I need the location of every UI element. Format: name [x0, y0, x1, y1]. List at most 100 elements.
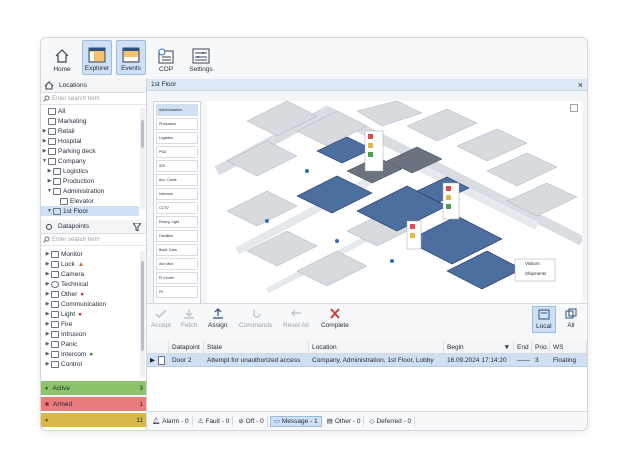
- locations-search-input[interactable]: Enter search term: [41, 93, 146, 105]
- complete-icon: [330, 308, 340, 319]
- tree-item-logistics[interactable]: ▶ Logistics: [41, 166, 139, 176]
- map-overview-icon[interactable]: [570, 104, 578, 112]
- tree-item-administration[interactable]: ▼ Administration: [41, 186, 139, 196]
- legend-item[interactable]: Acc. Cards: [156, 174, 198, 186]
- table-row[interactable]: ▶ Door 2 Attempt for unauthorized access…: [147, 354, 587, 367]
- datapoint-monitor[interactable]: ▶ Monitor: [44, 249, 136, 259]
- legend-item[interactable]: CCTV: [156, 202, 198, 214]
- column-header-prio[interactable]: Prio.: [532, 341, 550, 353]
- alarm-marker-icon[interactable]: [406, 220, 422, 250]
- accept-button[interactable]: Accept: [151, 308, 171, 329]
- datapoint-light[interactable]: ▶ Light ●: [44, 309, 136, 319]
- filter-alarm[interactable]: 🔔︎ Alarm - 0: [149, 415, 193, 427]
- scroll-thumb[interactable]: [141, 261, 144, 351]
- lock-icon: [51, 260, 59, 268]
- datapoint-panic[interactable]: ▶ Panic: [44, 339, 136, 349]
- tree-item-elevator[interactable]: Elevator: [41, 196, 139, 206]
- alarm-marker-icon[interactable]: [364, 130, 384, 172]
- cell-state: Attempt for unauthorized access: [204, 354, 309, 366]
- alarm-marker-icon[interactable]: [442, 182, 460, 220]
- scroll-thumb[interactable]: [141, 120, 144, 148]
- legend-item[interactable]: Alm Mon.: [156, 258, 198, 270]
- datapoints-search-placeholder: Enter search term: [52, 236, 100, 243]
- assign-button[interactable]: Assign: [208, 308, 228, 329]
- locations-scrollbar[interactable]: [140, 108, 145, 210]
- legend-item[interactable]: IDS: [156, 160, 198, 172]
- datapoint-other[interactable]: ▶ Other ●: [44, 289, 136, 299]
- legend-item[interactable]: FI-Center: [156, 272, 198, 284]
- datapoints-search-input[interactable]: Enter search term: [41, 234, 146, 246]
- explorer-button[interactable]: Explorer: [82, 40, 112, 75]
- cop-button[interactable]: COP: [151, 40, 181, 75]
- cop-label: COP: [158, 66, 174, 73]
- status-armed[interactable]: ■ Armed 1: [41, 397, 146, 411]
- events-button[interactable]: Events: [116, 40, 146, 75]
- legend-item[interactable]: Intercom: [156, 188, 198, 200]
- camera-icon: [51, 270, 59, 278]
- fetch-button[interactable]: Fetch: [181, 308, 197, 329]
- column-header-begin[interactable]: Begin ▼: [444, 341, 514, 353]
- filter-message[interactable]: ▭ Message - 1: [269, 415, 322, 427]
- datapoint-intercom[interactable]: ▶ Intercom ●: [44, 349, 136, 359]
- datapoint-control[interactable]: ▶ Control: [44, 359, 136, 369]
- column-header-end[interactable]: End: [514, 341, 532, 353]
- datapoint-communication[interactable]: ▶ Communication: [44, 299, 136, 309]
- datapoints-header: Datapoints: [41, 220, 146, 234]
- column-header-location[interactable]: Location: [309, 341, 444, 353]
- off-icon: ⊘: [238, 418, 244, 425]
- table-header: Datapoint State Location Begin ▼ End Prio…: [147, 341, 587, 354]
- accept-icon: [155, 309, 167, 318]
- datapoint-intrusion[interactable]: ▶ Intrusion: [44, 329, 136, 339]
- filter-deferred[interactable]: ◇ Deferred - 0: [366, 415, 416, 427]
- status-active[interactable]: ♦ Active 3: [41, 381, 146, 395]
- column-header-datapoint[interactable]: Datapoint: [169, 341, 204, 353]
- reset-all-button[interactable]: Reset All: [283, 308, 309, 329]
- view-header: 1st Floor ×: [147, 79, 587, 91]
- datapoints-scrollbar[interactable]: [140, 251, 145, 377]
- legend-item[interactable]: Fit: [156, 286, 198, 298]
- filter-other[interactable]: ▤ Other - 0: [324, 415, 365, 427]
- filter-icon[interactable]: [133, 222, 141, 231]
- datapoint-fire[interactable]: ▶ Fire: [44, 319, 136, 329]
- local-toggle[interactable]: Local: [532, 306, 556, 333]
- tree-item-marketing[interactable]: Marketing: [41, 116, 139, 126]
- tree-item-production[interactable]: ▶ Production: [41, 176, 139, 186]
- status-other[interactable]: ♦ 11: [41, 413, 146, 427]
- datapoint-technical[interactable]: ▶ Technical: [44, 279, 136, 289]
- tree-item-1st-floor[interactable]: ▼ 1st Floor: [41, 206, 139, 216]
- events-icon: [122, 47, 140, 63]
- datapoint-lock[interactable]: ▶ Lock ▲: [44, 259, 136, 269]
- close-icon[interactable]: ×: [578, 80, 583, 90]
- isometric-floorplan[interactable]: Visitors Shipments: [207, 100, 585, 306]
- tree-item-company[interactable]: ▼ Company: [41, 156, 139, 166]
- tree-item-hospital[interactable]: ▶ Hospital: [41, 136, 139, 146]
- tree-item-retail[interactable]: ▶ Retail: [41, 126, 139, 136]
- header-spacer: [147, 341, 169, 353]
- legend-item[interactable]: Build. Data: [156, 244, 198, 256]
- events-table: Datapoint State Location Begin ▼ End Prio…: [147, 341, 587, 411]
- home-icon: [44, 81, 54, 90]
- column-header-state[interactable]: State: [204, 341, 309, 353]
- filter-fault[interactable]: ⚠ Fault - 0: [195, 415, 234, 427]
- column-header-ws[interactable]: WS: [550, 341, 587, 353]
- tree-item-all[interactable]: All: [41, 106, 139, 116]
- settings-button[interactable]: Settings: [185, 40, 217, 75]
- building-icon: [48, 137, 56, 145]
- all-toggle[interactable]: All: [565, 308, 577, 329]
- search-icon: [43, 236, 50, 243]
- commands-button[interactable]: Commands: [239, 308, 272, 329]
- legend-item[interactable]: Facilities: [156, 230, 198, 242]
- datapoint-camera[interactable]: ▶ Camera: [44, 269, 136, 279]
- legend-item[interactable]: Emerg. Light: [156, 216, 198, 228]
- elevator-icon: [60, 197, 68, 205]
- building-icon: [53, 177, 61, 185]
- legend-item[interactable]: PSA: [156, 146, 198, 158]
- tree-item-parking-deck[interactable]: ▶ Parking deck: [41, 146, 139, 156]
- home-button[interactable]: Home: [45, 40, 79, 75]
- legend-item[interactable]: Production: [156, 118, 198, 130]
- panic-icon: [51, 340, 59, 348]
- complete-button[interactable]: Complete: [321, 308, 349, 329]
- legend-item[interactable]: Administration: [156, 104, 198, 116]
- filter-off[interactable]: ⊘ Off - 0: [235, 415, 268, 427]
- legend-item[interactable]: Logistics: [156, 132, 198, 144]
